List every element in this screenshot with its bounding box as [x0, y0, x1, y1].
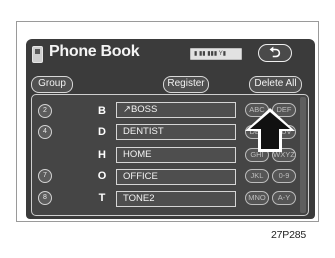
contact-entry-dentist[interactable]: DENTIST — [116, 124, 236, 140]
tab-a-y[interactable]: A-Y — [272, 191, 296, 205]
group-button[interactable]: Group — [31, 76, 73, 93]
pointer-arrow-icon — [245, 108, 295, 152]
scroll-up-button[interactable]: 4 — [38, 125, 52, 139]
page-down-button[interactable]: 8 — [38, 191, 52, 205]
delete-all-button[interactable]: Delete All — [249, 76, 302, 93]
figure-caption: 27P285 — [271, 229, 307, 241]
tab-0-9[interactable]: 0-9 — [272, 169, 296, 183]
phone-icon — [32, 46, 43, 63]
back-button[interactable]: ⮌ — [258, 44, 292, 62]
index-letter: H — [98, 149, 106, 161]
contact-entry-boss[interactable]: ↗BOSS — [116, 102, 236, 118]
contact-entry-office[interactable]: OFFICE — [116, 169, 236, 185]
page-title: Phone Book — [49, 43, 140, 60]
index-letter: O — [97, 170, 107, 182]
index-letter: D — [98, 126, 106, 138]
scrollbar[interactable] — [300, 97, 306, 213]
scroll-down-button[interactable]: 7 — [38, 169, 52, 183]
register-button[interactable]: Register — [163, 76, 209, 93]
index-letter: B — [98, 105, 106, 117]
page-up-button[interactable]: 2 — [38, 104, 52, 118]
tab-mno[interactable]: MNO — [245, 191, 269, 205]
contact-entry-tone2[interactable]: TONE2 — [116, 191, 236, 207]
contact-entry-home[interactable]: HOME — [116, 147, 236, 163]
tab-jkl[interactable]: JKL — [245, 169, 269, 183]
status-indicator: ▮ ▮▮ ▮▮▮ Y▮ — [190, 48, 242, 60]
index-letter: T — [98, 192, 106, 204]
